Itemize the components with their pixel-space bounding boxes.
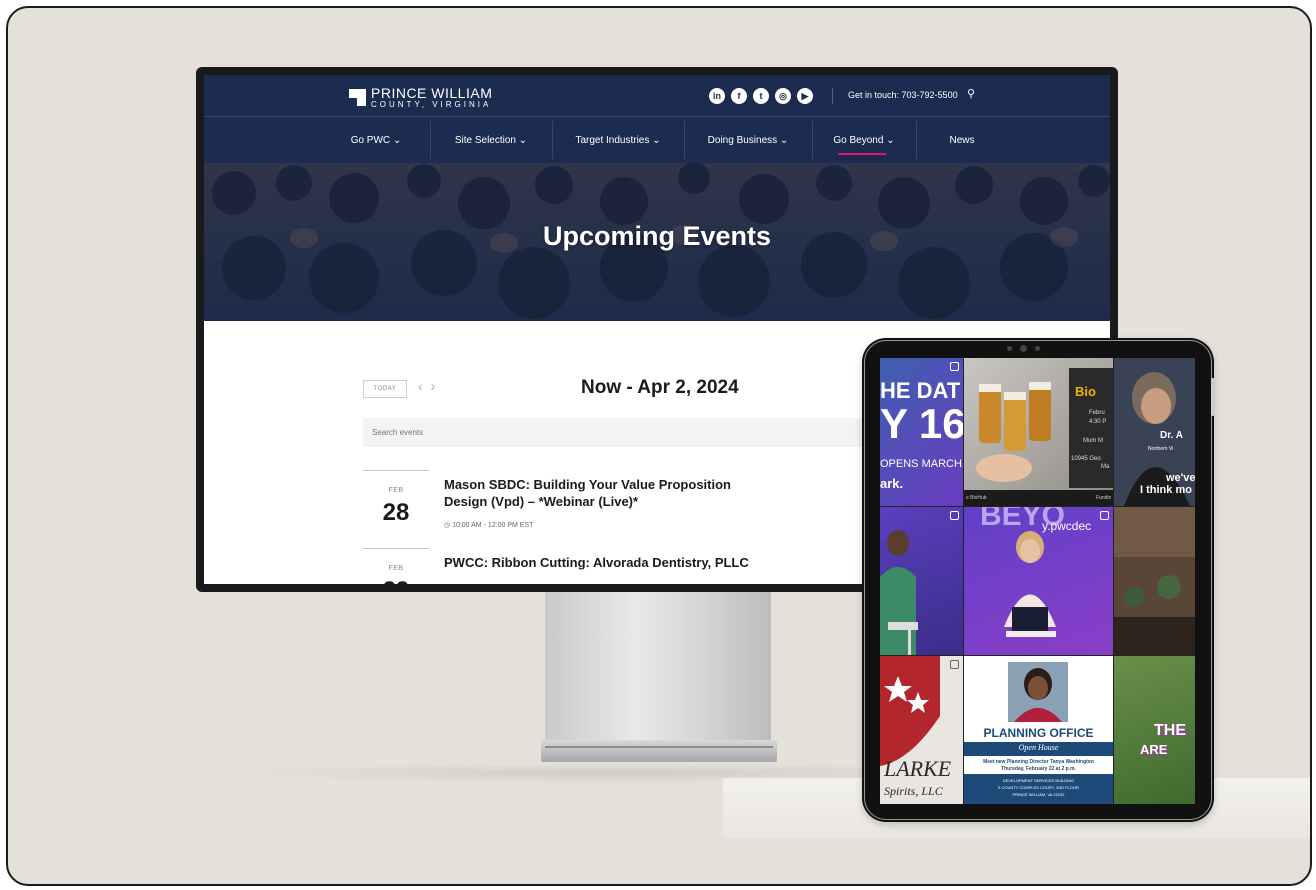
post-tile[interactable]: HE DAT Y 16 OPENS MARCH ark. <box>880 358 963 506</box>
post-tile[interactable] <box>880 507 963 655</box>
event-time: ◷ 10:00 AM - 12:00 PM EST <box>444 522 534 529</box>
today-button[interactable]: TODAY <box>363 380 407 398</box>
post-tile[interactable]: BEYO y.pwcdec <box>964 507 1113 655</box>
speaker-image <box>880 530 918 655</box>
hero-banner: Upcoming Events <box>204 163 1110 321</box>
site-logo[interactable]: PRINCE WILLIAM COUNTY, VIRGINIA <box>349 86 492 109</box>
top-bar: PRINCE WILLIAM COUNTY, VIRGINIA in f t ◎… <box>204 75 1110 117</box>
nav-doing-business[interactable]: Doing Business ⌄ <box>684 117 812 163</box>
twitter-icon[interactable]: t <box>753 88 769 104</box>
date-nav-arrows[interactable]: ‹› <box>418 378 443 394</box>
logo-line-1: PRINCE WILLIAM <box>371 85 493 101</box>
event-day: 29 <box>363 577 429 584</box>
monitor-stand-base <box>541 740 777 762</box>
event-month: FEB <box>388 487 404 494</box>
facebook-icon[interactable]: f <box>731 88 747 104</box>
search-icon[interactable]: ⚲ <box>967 87 975 100</box>
chevron-down-icon: ⌄ <box>390 134 402 146</box>
tablet-sensor <box>1007 346 1012 351</box>
tablet-side-button <box>1211 378 1214 416</box>
post-tile[interactable]: PLANNING OFFICE Open House Meet new Plan… <box>964 656 1113 804</box>
chevron-down-icon: ⌄ <box>777 134 789 146</box>
nav-go-beyond[interactable]: Go Beyond ⌄ <box>812 117 916 163</box>
search-events-input[interactable]: Search events <box>363 418 883 447</box>
tablet-sensor <box>1035 346 1040 351</box>
page-title: Upcoming Events <box>542 221 772 251</box>
logo-mark-icon <box>349 89 366 106</box>
nav-target-industries[interactable]: Target Industries ⌄ <box>552 117 684 163</box>
chevron-down-icon: ⌄ <box>649 134 661 146</box>
logo-line-2: COUNTY, VIRGINIA <box>371 100 492 109</box>
camera-icon <box>1020 345 1027 352</box>
linkedin-icon[interactable]: in <box>709 88 725 104</box>
post-tile[interactable]: THE ARE <box>1114 656 1195 804</box>
event-title[interactable]: Mason SBDC: Building Your Value Proposit… <box>444 476 774 510</box>
beer-glasses-image <box>976 382 1051 482</box>
contact-phone[interactable]: Get in touch: 703-792-5500 <box>848 90 958 100</box>
search-placeholder: Search events <box>372 428 424 437</box>
instagram-icon[interactable]: ◎ <box>775 88 791 104</box>
chevron-down-icon: ⌄ <box>883 134 895 146</box>
divider <box>832 88 833 104</box>
youtube-icon[interactable]: ▶ <box>797 88 813 104</box>
chevron-left-icon[interactable]: ‹ <box>418 378 431 394</box>
main-nav: Go PWC ⌄ Site Selection ⌄ Target Industr… <box>204 117 1110 163</box>
nav-active-indicator <box>838 153 886 155</box>
carousel-icon <box>950 660 959 669</box>
speaker-image <box>1004 531 1056 637</box>
chevron-down-icon: ⌄ <box>515 134 528 146</box>
carousel-icon <box>950 362 959 371</box>
nav-site-selection[interactable]: Site Selection ⌄ <box>430 117 552 163</box>
event-day: 28 <box>382 499 410 526</box>
post-tile[interactable]: LARKE Spirits, LLC <box>880 656 963 804</box>
clock-icon: ◷ <box>444 522 453 529</box>
post-tile[interactable]: Dr. A Northern Vi we've I think mo <box>1114 358 1195 506</box>
stand-base-edge <box>545 746 773 748</box>
restaurant-image <box>1114 507 1195 655</box>
post-tile[interactable]: Bio Febru 4:30 P Mum M 10945 Geo Ma e Bi… <box>964 358 1113 506</box>
chevron-right-icon[interactable]: › <box>431 378 444 394</box>
date-range-title: Now - Apr 2, 2024 <box>581 377 739 398</box>
event-title[interactable]: PWCC: Ribbon Cutting: Alvorada Dentistry… <box>444 554 774 571</box>
carousel-icon <box>1100 511 1109 520</box>
nav-news[interactable]: News <box>916 117 1008 163</box>
instagram-grid: HE DAT Y 16 OPENS MARCH ark. Bio Febru 4… <box>880 358 1195 804</box>
nav-go-pwc[interactable]: Go PWC ⌄ <box>322 117 430 163</box>
carousel-icon <box>950 511 959 520</box>
monitor-stand <box>545 590 771 742</box>
event-month: FEB <box>388 565 404 572</box>
social-links: in f t ◎ ▶ <box>709 88 813 104</box>
planning-director-photo <box>1008 662 1068 722</box>
post-tile[interactable] <box>1114 507 1195 655</box>
